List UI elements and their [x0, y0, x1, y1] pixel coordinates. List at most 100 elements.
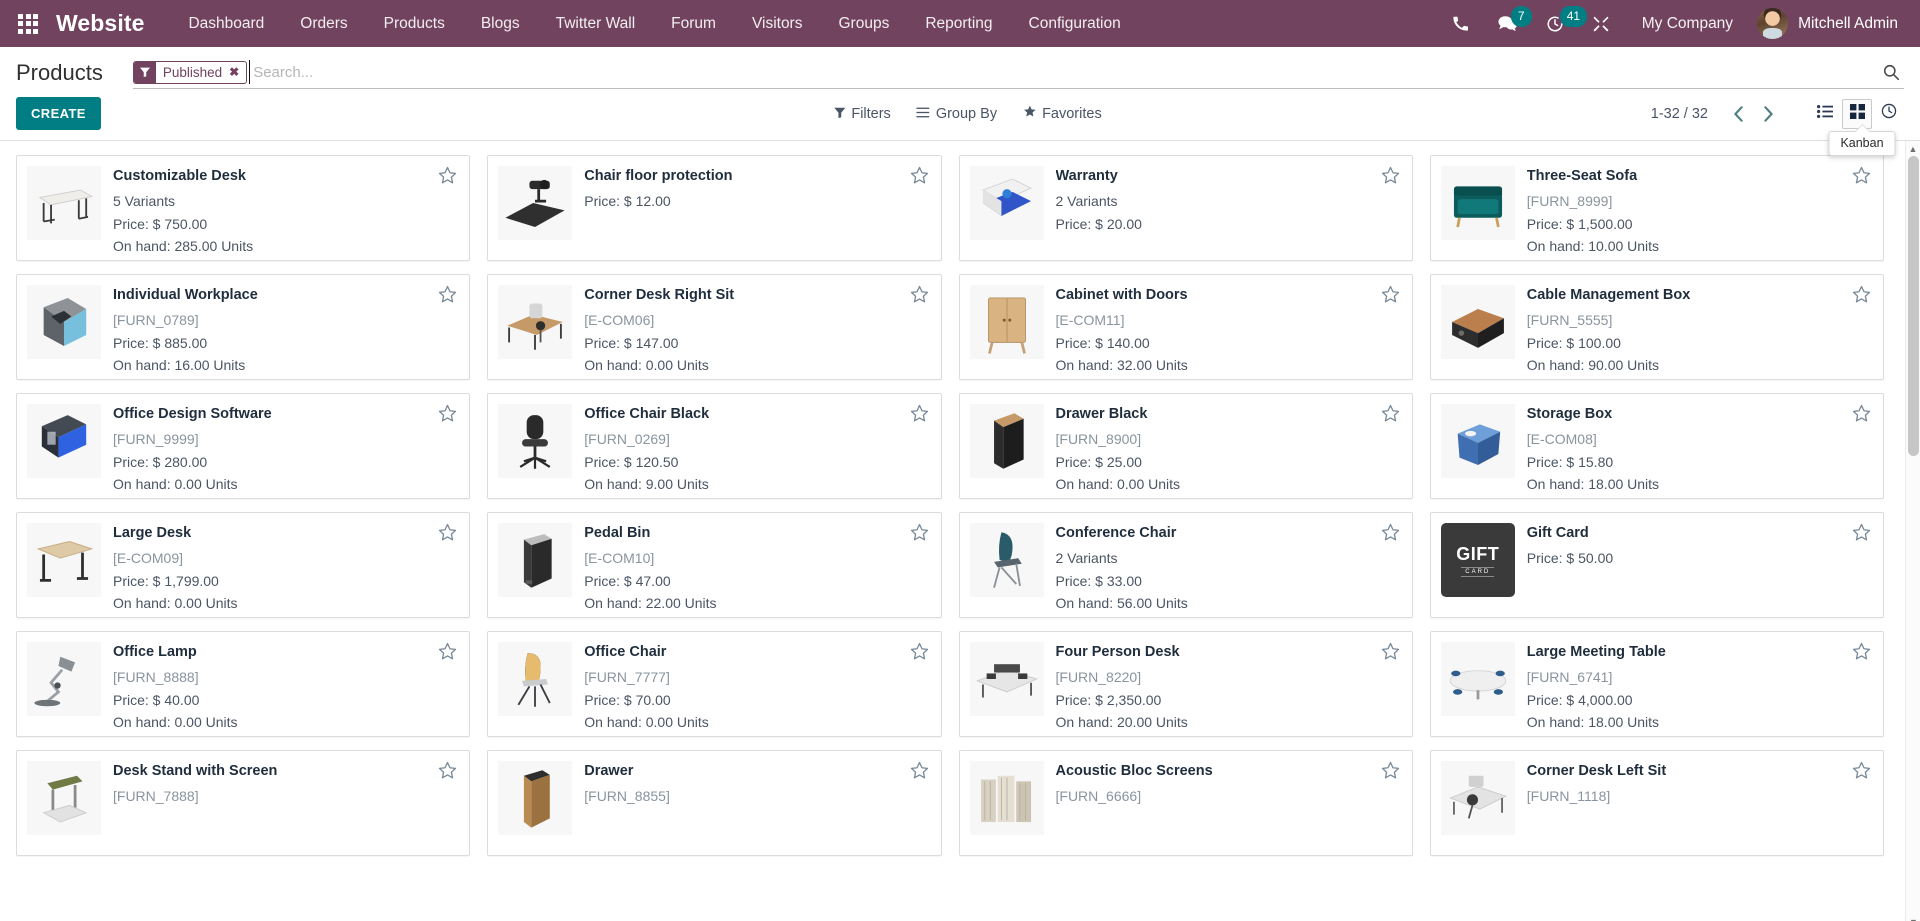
- favorite-star-icon[interactable]: [1852, 404, 1871, 423]
- app-brand[interactable]: Website: [56, 10, 148, 37]
- favorite-star-icon[interactable]: [1381, 642, 1400, 661]
- product-price: Price: $ 120.50: [584, 453, 679, 470]
- list-view-button[interactable]: [1810, 99, 1840, 129]
- messages-icon[interactable]: 7: [1483, 0, 1532, 47]
- product-on-hand: On hand: 18.00 Units: [1526, 476, 1660, 492]
- favorite-star-icon[interactable]: [1852, 642, 1871, 661]
- grid-icon: [1849, 103, 1865, 124]
- favorite-star-icon[interactable]: [1852, 166, 1871, 185]
- favorite-star-icon[interactable]: [910, 404, 929, 423]
- favorites-dropdown[interactable]: Favorites: [1023, 105, 1102, 122]
- product-card[interactable]: Pedal Bin [E-COM10] Price: $ 47.00 On hand:…: [487, 512, 942, 618]
- product-card[interactable]: Drawer Black [FURN_8900] Price: $ 25.00 On …: [958, 393, 1413, 499]
- product-card[interactable]: Cabinet with Doors [E-COM11] Price: $ 140.…: [958, 274, 1413, 380]
- product-card[interactable]: Individual Workplace [FURN_0789] Price: $ …: [16, 274, 471, 380]
- search-view[interactable]: Published ✖: [132, 59, 1904, 89]
- product-card[interactable]: Desk Stand with Screen [FURN_7888]: [16, 750, 471, 856]
- pager-previous-button[interactable]: [1724, 100, 1752, 128]
- product-card[interactable]: Office Chair [FURN_7777] Price: $ 70.00 On …: [487, 631, 942, 737]
- favorite-star-icon[interactable]: [1381, 285, 1400, 304]
- pager-next-button[interactable]: [1754, 100, 1782, 128]
- favorite-star-icon[interactable]: [910, 761, 929, 780]
- favorite-star-icon[interactable]: [438, 404, 457, 423]
- favorite-star-icon[interactable]: [1852, 761, 1871, 780]
- product-card[interactable]: GIFT CARD Gift Card Price: $ 50.00: [1429, 512, 1884, 618]
- favorite-star-icon[interactable]: [910, 285, 929, 304]
- activities-clock-icon[interactable]: 41: [1532, 0, 1588, 47]
- product-card[interactable]: Corner Desk Right Sit [E-COM06] Price: $ 1…: [487, 274, 942, 380]
- favorite-star-icon[interactable]: [438, 642, 457, 661]
- product-details: Pedal Bin [E-COM10] Price: $ 47.00 On hand:…: [584, 523, 928, 611]
- favorite-star-icon[interactable]: [910, 166, 929, 185]
- product-price: Price: $ 280.00: [113, 453, 208, 470]
- top-navbar: Website Dashboard Orders Products Blogs …: [0, 0, 1920, 47]
- create-button[interactable]: CREATE: [16, 97, 101, 130]
- product-card[interactable]: Office Chair Black [FURN_0269] Price: $ 12…: [487, 393, 942, 499]
- debug-tools-icon[interactable]: [1578, 0, 1624, 47]
- favorite-star-icon[interactable]: [1852, 285, 1871, 304]
- menu-item-forum[interactable]: Forum: [653, 0, 734, 47]
- menu-item-blogs[interactable]: Blogs: [463, 0, 538, 47]
- activity-view-button[interactable]: [1874, 99, 1904, 129]
- company-selector[interactable]: My Company: [1624, 15, 1751, 33]
- menu-item-visitors[interactable]: Visitors: [734, 0, 821, 47]
- favorite-star-icon[interactable]: [910, 642, 929, 661]
- menu-item-orders[interactable]: Orders: [282, 0, 365, 47]
- search-icon[interactable]: [1873, 64, 1904, 81]
- menu-item-reporting[interactable]: Reporting: [907, 0, 1010, 47]
- apps-menu-button[interactable]: [0, 0, 56, 47]
- product-card[interactable]: Storage Box [E-COM08] Price: $ 15.80 On han…: [1429, 393, 1884, 499]
- vertical-scrollbar[interactable]: ▲ ▼: [1905, 141, 1920, 921]
- product-code: [E-COM06]: [584, 312, 655, 328]
- product-card[interactable]: Conference Chair 2 Variants Price: $ 33.00…: [958, 512, 1413, 618]
- product-image: [969, 404, 1044, 478]
- product-image: [1440, 285, 1515, 359]
- product-variants: 2 Variants: [1055, 550, 1118, 566]
- scroll-up-arrow-icon[interactable]: ▲: [1906, 141, 1920, 156]
- search-facet-published[interactable]: Published ✖: [132, 60, 248, 84]
- product-details: Acoustic Bloc Screens [FURN_6666]: [1056, 761, 1400, 845]
- favorite-star-icon[interactable]: [438, 166, 457, 185]
- user-menu[interactable]: Mitchell Admin: [1751, 8, 1904, 39]
- scrollbar-thumb[interactable]: [1908, 156, 1919, 456]
- menu-item-groups[interactable]: Groups: [820, 0, 907, 47]
- product-card[interactable]: Large Meeting Table [FURN_6741] Price: $ 4…: [1429, 631, 1884, 737]
- product-card[interactable]: Chair floor protection Price: $ 12.00: [487, 155, 942, 261]
- menu-item-dashboard[interactable]: Dashboard: [170, 0, 282, 47]
- product-variants: 5 Variants: [113, 193, 175, 209]
- product-details: Storage Box [E-COM08] Price: $ 15.80 On han…: [1527, 404, 1871, 492]
- favorite-star-icon[interactable]: [910, 523, 929, 542]
- product-card[interactable]: Four Person Desk [FURN_8220] Price: $ 2,35…: [958, 631, 1413, 737]
- phone-icon[interactable]: [1438, 0, 1483, 47]
- favorite-star-icon[interactable]: [1381, 166, 1400, 185]
- filters-dropdown[interactable]: Filters: [834, 105, 891, 122]
- menu-item-twitter-wall[interactable]: Twitter Wall: [538, 0, 654, 47]
- filters-label: Filters: [851, 105, 891, 122]
- favorite-star-icon[interactable]: [438, 285, 457, 304]
- product-code: [FURN_0269]: [584, 431, 670, 447]
- favorite-star-icon[interactable]: [1852, 523, 1871, 542]
- group-by-dropdown[interactable]: Group By: [916, 106, 997, 122]
- product-card[interactable]: Three-Seat Sofa [FURN_8999] Price: $ 1,500…: [1429, 155, 1884, 261]
- product-card[interactable]: Corner Desk Left Sit [FURN_1118]: [1429, 750, 1884, 856]
- product-card[interactable]: Customizable Desk 5 Variants Price: $ 750.…: [16, 155, 471, 261]
- favorite-star-icon[interactable]: [438, 523, 457, 542]
- close-icon[interactable]: ✖: [228, 62, 246, 83]
- product-card[interactable]: Office Lamp [FURN_8888] Price: $ 40.00 On h…: [16, 631, 471, 737]
- favorite-star-icon[interactable]: [1381, 523, 1400, 542]
- product-card[interactable]: Cable Management Box [FURN_5555] Price: $ …: [1429, 274, 1884, 380]
- product-name: Acoustic Bloc Screens: [1055, 763, 1213, 779]
- scroll-down-arrow-icon[interactable]: ▼: [1906, 914, 1920, 921]
- favorite-star-icon[interactable]: [1381, 761, 1400, 780]
- menu-item-products[interactable]: Products: [366, 0, 463, 47]
- product-card[interactable]: Drawer [FURN_8855]: [487, 750, 942, 856]
- menu-item-configuration[interactable]: Configuration: [1011, 0, 1139, 47]
- favorite-star-icon[interactable]: [438, 761, 457, 780]
- product-card[interactable]: Large Desk [E-COM09] Price: $ 1,799.00 On h…: [16, 512, 471, 618]
- product-card[interactable]: Acoustic Bloc Screens [FURN_6666]: [958, 750, 1413, 856]
- favorite-star-icon[interactable]: [1381, 404, 1400, 423]
- product-on-hand: On hand: 0.00 Units: [113, 714, 238, 730]
- product-card[interactable]: Warranty 2 Variants Price: $ 20.00: [958, 155, 1413, 261]
- search-input[interactable]: [249, 60, 1873, 84]
- product-card[interactable]: Office Design Software [FURN_9999] Price: …: [16, 393, 471, 499]
